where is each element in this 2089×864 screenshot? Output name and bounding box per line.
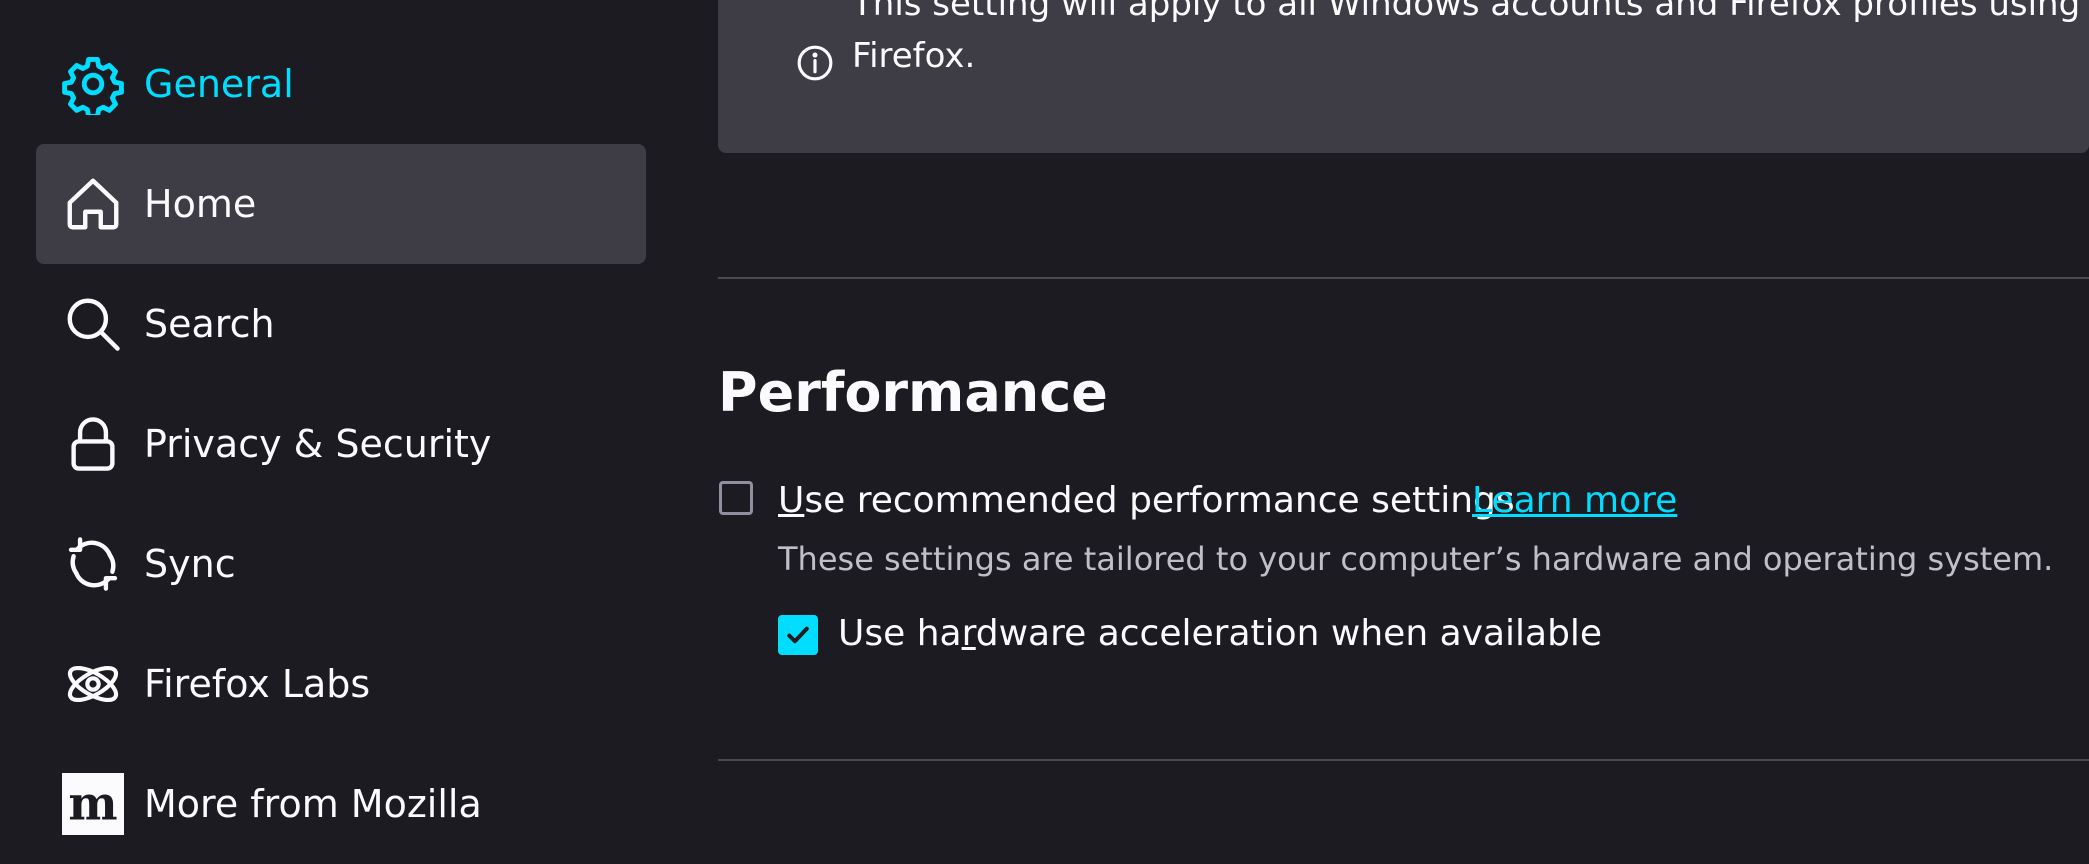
- lock-icon: [62, 413, 124, 475]
- sidebar-item-label: Home: [144, 182, 257, 226]
- info-text-line2: Firefox.: [852, 36, 976, 76]
- sidebar-item-label: Sync: [144, 542, 236, 586]
- sidebar-item-privacy[interactable]: Privacy & Security: [36, 384, 646, 504]
- sidebar-item-label: Privacy & Security: [144, 422, 492, 466]
- info-icon: [796, 44, 834, 82]
- mozilla-logo-icon: m: [62, 773, 124, 835]
- svg-text:m: m: [68, 776, 117, 831]
- sidebar-item-label: General: [144, 62, 294, 106]
- sidebar-item-label: Search: [144, 302, 275, 346]
- gear-icon: [62, 53, 124, 115]
- sidebar-item-general[interactable]: General: [36, 24, 646, 144]
- recommended-performance-description: These settings are tailored to your comp…: [778, 540, 2054, 578]
- info-text-line1: This setting will apply to all Windows a…: [852, 0, 2089, 24]
- atom-icon: [62, 653, 124, 715]
- checkmark-icon: [787, 626, 809, 644]
- accesskey: r: [961, 613, 976, 654]
- section-divider: [718, 277, 2089, 279]
- sidebar-item-search[interactable]: Search: [36, 264, 646, 384]
- hardware-acceleration-label[interactable]: Use hardware acceleration when available: [838, 616, 1602, 652]
- search-icon: [62, 293, 124, 355]
- sidebar-item-more-from-mozilla[interactable]: m More from Mozilla: [36, 744, 646, 864]
- section-divider: [718, 759, 2089, 761]
- sidebar-item-firefox-labs[interactable]: Firefox Labs: [36, 624, 646, 744]
- hardware-acceleration-checkbox[interactable]: [778, 615, 818, 655]
- accesskey: U: [778, 480, 805, 521]
- recommended-performance-label[interactable]: Use recommended performance settings: [778, 483, 1515, 519]
- info-notice: This setting will apply to all Windows a…: [718, 0, 2089, 153]
- home-icon: [62, 173, 124, 235]
- category-sidebar: General Home Search Privacy & Security S…: [0, 0, 700, 853]
- performance-heading: Performance: [718, 361, 1108, 424]
- preferences-content: This setting will apply to all Windows a…: [718, 0, 2089, 853]
- learn-more-link[interactable]: Learn more: [1472, 483, 1677, 519]
- sync-icon: [62, 533, 124, 595]
- sidebar-item-home[interactable]: Home: [36, 144, 646, 264]
- sidebar-item-sync[interactable]: Sync: [36, 504, 646, 624]
- sidebar-item-label: Firefox Labs: [144, 662, 371, 706]
- recommended-performance-checkbox[interactable]: [719, 481, 753, 515]
- sidebar-item-label: More from Mozilla: [144, 782, 482, 826]
